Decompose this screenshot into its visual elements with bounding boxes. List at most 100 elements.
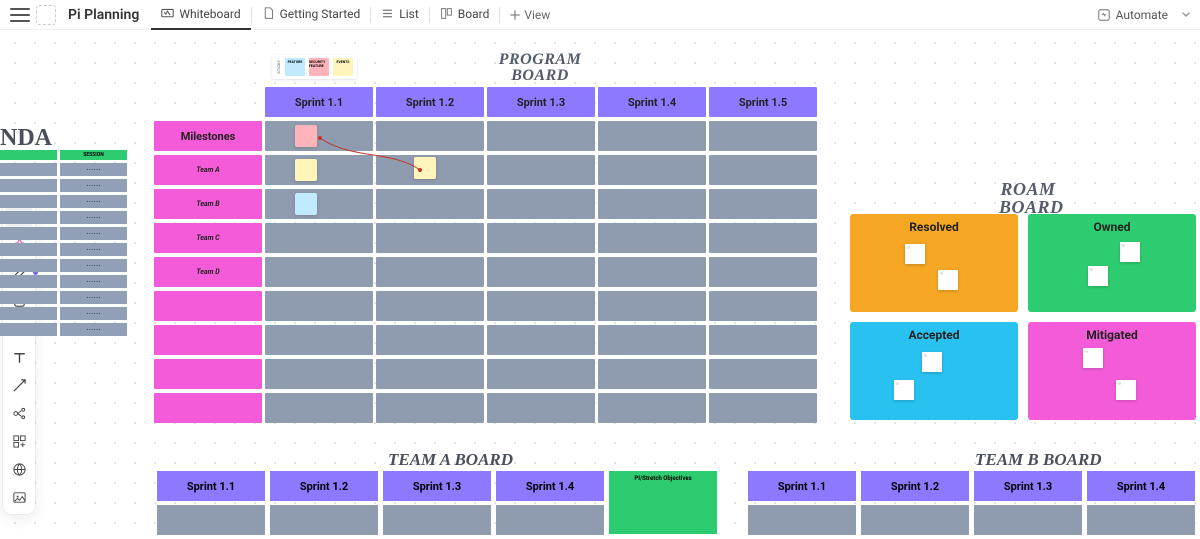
program-cell[interactable]	[487, 121, 595, 151]
program-row-head[interactable]: Team D	[154, 257, 262, 287]
team-a-col[interactable]: Sprint 1.1	[157, 471, 265, 501]
program-cell[interactable]	[598, 291, 706, 321]
program-row-head[interactable]	[154, 359, 262, 389]
sticky-note[interactable]	[295, 125, 317, 147]
program-cell[interactable]	[487, 155, 595, 185]
program-cell[interactable]	[265, 291, 373, 321]
program-cell[interactable]	[376, 121, 484, 151]
agenda-cell[interactable]: • • • • • •	[60, 275, 127, 288]
roam-note[interactable]	[905, 244, 925, 264]
automate-button[interactable]: Automate	[1089, 8, 1176, 22]
tool-image[interactable]	[6, 484, 32, 510]
program-cell[interactable]	[709, 359, 817, 389]
program-col-header[interactable]: Sprint 1.3	[487, 87, 595, 117]
agenda-cell[interactable]	[0, 275, 57, 288]
team-b-col[interactable]: Sprint 1.1	[748, 471, 856, 501]
program-cell[interactable]	[376, 325, 484, 355]
roam-note[interactable]	[1116, 380, 1136, 400]
hamburger-menu[interactable]	[8, 3, 32, 27]
roam-resolved[interactable]: Resolved	[850, 214, 1018, 312]
program-cell[interactable]	[376, 393, 484, 423]
program-cell[interactable]	[487, 189, 595, 219]
program-cell[interactable]	[487, 291, 595, 321]
program-cell[interactable]	[487, 325, 595, 355]
roam-note[interactable]	[1083, 348, 1103, 368]
program-cell[interactable]	[487, 223, 595, 253]
tool-widgets[interactable]	[6, 428, 32, 454]
automate-chevron[interactable]	[1180, 5, 1192, 24]
tab-list[interactable]: List	[371, 0, 429, 30]
program-cell[interactable]	[598, 359, 706, 389]
agenda-cell[interactable]: • • • • • •	[60, 227, 127, 240]
program-cell[interactable]	[487, 257, 595, 287]
team-a-cell[interactable]	[157, 505, 265, 535]
roam-mitigated[interactable]: Mitigated	[1028, 322, 1196, 420]
team-a-col[interactable]: Sprint 1.2	[270, 471, 378, 501]
agenda-cell[interactable]	[0, 179, 57, 192]
roam-note[interactable]	[1088, 266, 1108, 286]
agenda-cell[interactable]: • • • • • •	[60, 179, 127, 192]
team-b-col[interactable]: Sprint 1.3	[974, 471, 1082, 501]
agenda-cell[interactable]: • • • • • •	[60, 291, 127, 304]
agenda-cell[interactable]	[0, 323, 57, 336]
program-col-header[interactable]: Sprint 1.1	[265, 87, 373, 117]
program-cell[interactable]	[487, 393, 595, 423]
team-b-col[interactable]: Sprint 1.4	[1087, 471, 1195, 501]
team-b-cell[interactable]	[974, 505, 1082, 535]
program-cell[interactable]	[709, 257, 817, 287]
whiteboard-canvas[interactable]: + NDA SESSION ["133","149","165","181","…	[0, 30, 1200, 539]
program-cell[interactable]	[265, 257, 373, 287]
add-view-button[interactable]: View	[500, 8, 560, 22]
program-cell[interactable]	[598, 223, 706, 253]
program-row-head[interactable]: Team C	[154, 223, 262, 253]
roam-accepted[interactable]: Accepted	[850, 322, 1018, 420]
team-a-col[interactable]: Sprint 1.4	[496, 471, 604, 501]
agenda-cell[interactable]	[0, 243, 57, 256]
program-cell[interactable]	[598, 121, 706, 151]
program-col-header[interactable]: Sprint 1.2	[376, 87, 484, 117]
program-cell[interactable]	[598, 155, 706, 185]
agenda-cell[interactable]: • • • • • •	[60, 211, 127, 224]
tool-web[interactable]	[6, 456, 32, 482]
tab-whiteboard[interactable]: Whiteboard	[151, 0, 250, 30]
program-cell[interactable]	[709, 223, 817, 253]
program-cell[interactable]	[598, 257, 706, 287]
sticky-note[interactable]	[295, 193, 317, 215]
tab-getting-started[interactable]: Getting Started	[252, 0, 371, 30]
roam-note[interactable]	[894, 380, 914, 400]
tool-connector[interactable]	[6, 372, 32, 398]
agenda-cell[interactable]	[0, 211, 57, 224]
program-cell[interactable]	[265, 393, 373, 423]
agenda-cell[interactable]: • • • • • •	[60, 259, 127, 272]
agenda-cell[interactable]	[0, 307, 57, 320]
agenda-cell[interactable]	[0, 291, 57, 304]
agenda-cell[interactable]	[0, 227, 57, 240]
program-cell[interactable]	[709, 325, 817, 355]
program-cell[interactable]	[376, 359, 484, 389]
tool-mind[interactable]	[6, 400, 32, 426]
team-a-cell[interactable]	[270, 505, 378, 535]
roam-note[interactable]	[938, 270, 958, 290]
team-b-col[interactable]: Sprint 1.2	[861, 471, 969, 501]
team-a-col[interactable]: Sprint 1.3	[383, 471, 491, 501]
team-b-cell[interactable]	[861, 505, 969, 535]
agenda-cell[interactable]: • • • • • •	[60, 243, 127, 256]
program-cell[interactable]	[709, 393, 817, 423]
program-row-head[interactable]	[154, 393, 262, 423]
program-cell[interactable]	[487, 359, 595, 389]
program-cell[interactable]	[709, 155, 817, 185]
tool-text[interactable]	[6, 344, 32, 370]
agenda-cell[interactable]	[0, 163, 57, 176]
agenda-cell[interactable]	[0, 195, 57, 208]
program-cell[interactable]	[265, 325, 373, 355]
program-col-header[interactable]: Sprint 1.4	[598, 87, 706, 117]
program-cell[interactable]	[598, 189, 706, 219]
sticky-note[interactable]	[295, 159, 317, 181]
program-cell[interactable]	[265, 359, 373, 389]
program-col-header[interactable]: Sprint 1.5	[709, 87, 817, 117]
team-b-cell[interactable]	[748, 505, 856, 535]
agenda-cell[interactable]: • • • • • •	[60, 323, 127, 336]
team-a-cell[interactable]	[383, 505, 491, 535]
program-cell[interactable]	[265, 121, 373, 151]
program-cell[interactable]	[709, 291, 817, 321]
